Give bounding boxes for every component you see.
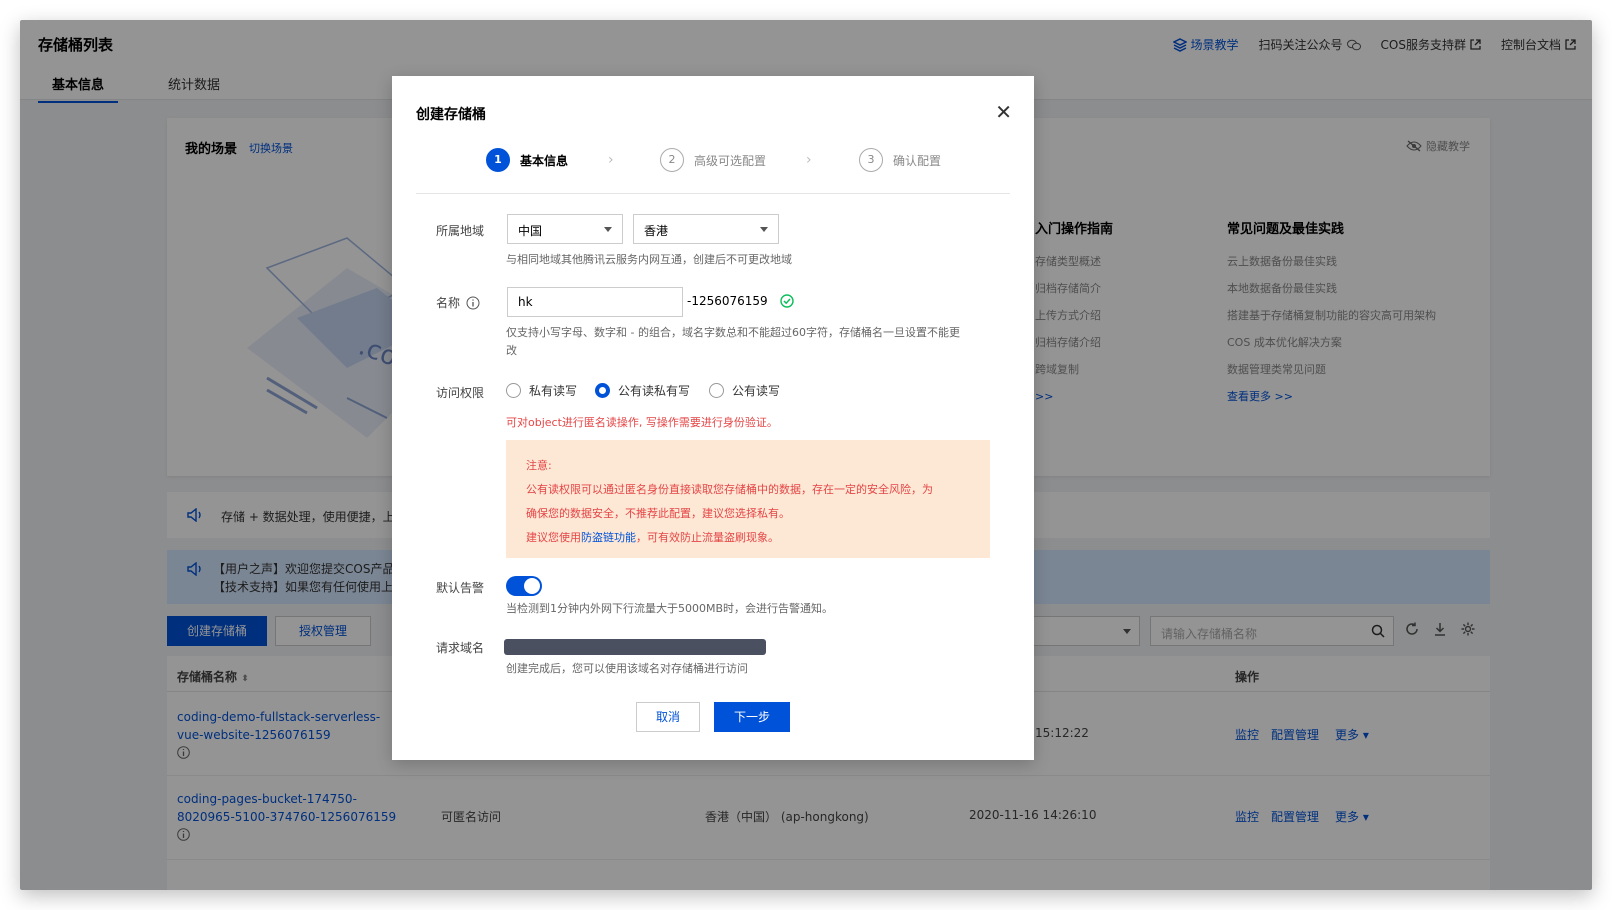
cancel-button[interactable]: 取消: [636, 702, 700, 732]
radio-public-read[interactable]: 公有读私有写: [595, 382, 690, 399]
close-icon[interactable]: ✕: [995, 102, 1012, 122]
chevron-right-icon: ›: [806, 152, 812, 168]
chevron-right-icon: ›: [608, 152, 614, 168]
radio-private[interactable]: 私有读写: [506, 382, 577, 399]
region-country-select[interactable]: 中国: [507, 214, 623, 244]
domain-label: 请求域名: [436, 641, 485, 655]
region-hint: 与相同地域其他腾讯云服务内网互通，创建后不可更改地域: [506, 253, 792, 266]
step-basic-info: 1 基本信息: [486, 148, 568, 172]
name-label-group: 名称: [436, 294, 480, 311]
stepper: 1 基本信息 › 2 高级可选配置 › 3 确认配置: [416, 144, 1010, 194]
security-note: 注意: 公有读权限可以通过匿名身份直接读取您存储桶中的数据，存在一定的安全风险，…: [506, 440, 990, 558]
redacted-domain: [504, 639, 766, 655]
radio-circle: [506, 383, 521, 398]
chevron-down-icon: [604, 227, 612, 232]
domain-hint: 创建完成后，您可以使用该域名对存储桶进行访问: [506, 662, 748, 675]
region-city-select[interactable]: 香港: [633, 214, 779, 244]
radio-circle-selected: [595, 383, 610, 398]
next-step-button[interactable]: 下一步: [714, 702, 790, 732]
hotlink-protection-link[interactable]: 防盗链功能: [581, 531, 636, 544]
access-label: 访问权限: [436, 386, 485, 400]
region-label: 所属地域: [436, 224, 485, 238]
dialog-title: 创建存储桶: [416, 107, 486, 123]
access-warning: 可对object进行匿名读操作, 写操作需要进行身份验证。: [506, 416, 778, 429]
chevron-down-icon: [760, 227, 768, 232]
check-circle-icon: [779, 294, 794, 308]
info-icon[interactable]: [466, 296, 480, 310]
step-advanced-config: 2 高级可选配置: [660, 148, 766, 172]
alarm-label: 默认告警: [436, 581, 485, 595]
console-window: 存储桶列表 场景教学 扫码关注公众号 COS服务支持群 控制台文档 基本信息 统…: [20, 20, 1592, 890]
name-hint: 仅支持小写字母、数字和 - 的组合，域名字数总和不能超过60字符，存储桶名一旦设…: [506, 326, 960, 357]
appid-suffix: -1256076159: [687, 294, 794, 308]
radio-public-read-write[interactable]: 公有读写: [709, 382, 780, 399]
step-confirm: 3 确认配置: [859, 148, 941, 172]
radio-circle: [709, 383, 724, 398]
create-bucket-dialog: 创建存储桶 ✕ 1 基本信息 › 2 高级可选配置 › 3 确认配置 所属地域 …: [392, 76, 1034, 760]
alarm-toggle[interactable]: [506, 576, 542, 596]
bucket-name-input[interactable]: hk: [507, 287, 683, 317]
alarm-hint: 当检测到1分钟内外网下行流量大于5000MB时，会进行告警通知。: [506, 602, 834, 615]
